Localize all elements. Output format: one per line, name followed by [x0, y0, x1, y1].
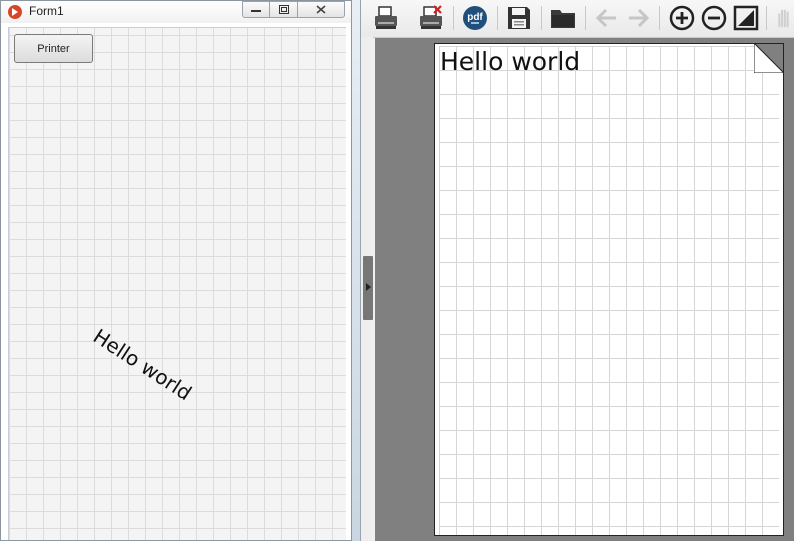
zoom-in-icon [669, 5, 695, 31]
save-button[interactable] [505, 4, 533, 32]
zoom-out-icon [701, 5, 727, 31]
minimize-icon [251, 9, 261, 12]
save-icon [508, 7, 530, 29]
form1-window: Form1 Printer Hello world [0, 0, 352, 541]
open-folder-icon [551, 10, 575, 28]
maximize-button[interactable] [269, 1, 298, 18]
app-icon [8, 5, 22, 19]
toolbar-separator [659, 6, 660, 30]
window-title: Form1 [29, 4, 64, 18]
desktop-background [352, 0, 360, 541]
prev-page-icon [595, 8, 616, 28]
prev-page-button[interactable] [593, 4, 621, 32]
side-panel [361, 37, 373, 541]
toolbar-separator [453, 6, 454, 30]
page-grid [439, 46, 779, 535]
toolbar-separator [585, 6, 586, 30]
maximize-icon [278, 5, 289, 14]
hand-tool-button[interactable] [771, 4, 794, 32]
expand-arrow-icon[interactable] [366, 283, 371, 291]
close-icon [316, 5, 326, 14]
toolbar-separator [766, 6, 767, 30]
next-page-button[interactable] [624, 4, 652, 32]
fit-page-icon [733, 5, 759, 31]
print-setup-button[interactable] [417, 4, 445, 32]
preview-toolbar: pdf [361, 0, 794, 38]
toolbar-separator [497, 6, 498, 30]
zoom-out-button[interactable] [700, 4, 728, 32]
next-page-icon [629, 8, 650, 28]
print-preview-window: pdf Hello world [360, 0, 794, 541]
pdf-button[interactable]: pdf [461, 4, 489, 32]
hand-icon [778, 9, 789, 28]
zoom-in-button[interactable] [668, 4, 696, 32]
form1-titlebar[interactable]: Form1 [1, 1, 351, 23]
fit-page-button[interactable] [732, 4, 760, 32]
close-button[interactable] [297, 1, 345, 18]
open-folder-button[interactable] [549, 4, 577, 32]
form-client-area: Printer Hello world [8, 27, 346, 540]
print-button[interactable] [372, 4, 400, 32]
printer-button[interactable]: Printer [14, 34, 93, 63]
page-hello-text: Hello world [440, 47, 581, 76]
toolbar-separator [541, 6, 542, 30]
pdf-icon: pdf [463, 6, 487, 30]
print-setup-icon [420, 5, 442, 29]
page-curl-icon [754, 44, 783, 73]
pdf-badge-text: pdf [467, 12, 483, 23]
preview-page: Hello world [434, 43, 784, 536]
print-icon [375, 6, 397, 29]
minimize-button[interactable] [242, 1, 270, 18]
preview-viewport[interactable]: Hello world [375, 38, 794, 541]
rotated-hello-text: Hello world [88, 324, 197, 406]
